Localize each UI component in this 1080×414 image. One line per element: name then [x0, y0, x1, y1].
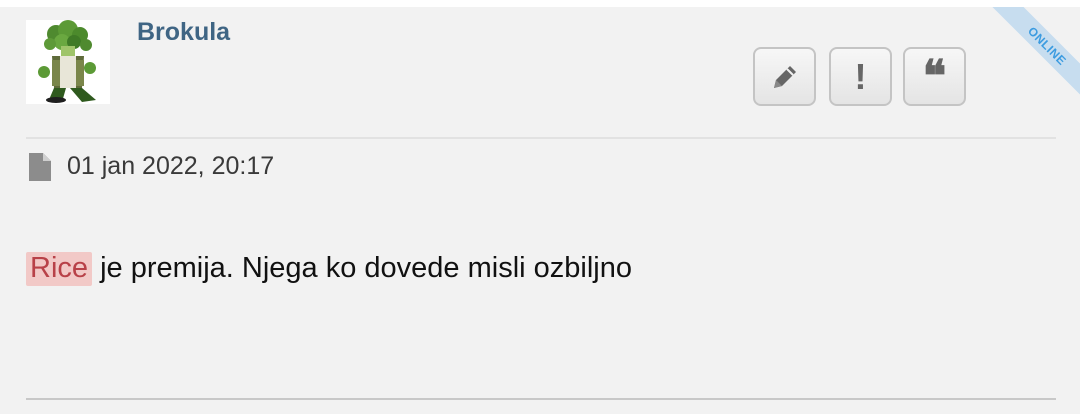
online-status-label: ONLINE [979, 7, 1080, 114]
exclamation-icon: ! [854, 55, 867, 97]
document-icon [29, 153, 51, 181]
header-divider [26, 137, 1056, 139]
top-edge [0, 0, 1080, 7]
edit-button[interactable] [753, 47, 816, 106]
quote-icon: ❝ [922, 50, 947, 102]
quote-button[interactable]: ❝ [903, 47, 966, 106]
broccoli-avatar-image [26, 20, 110, 104]
mention-highlight[interactable]: Rice [26, 252, 93, 286]
online-ribbon: ONLINE [970, 7, 1080, 117]
post-text: je premija. Njega ko dovede misli ozbilj… [92, 252, 632, 284]
post-content: Rice je premija. Njega ko dovede misli o… [26, 252, 632, 286]
post-date: 01 jan 2022, 20:17 [67, 152, 275, 180]
pencil-icon [773, 65, 796, 88]
report-button[interactable]: ! [829, 47, 892, 106]
username-link[interactable]: Brokula [137, 18, 230, 47]
avatar[interactable] [26, 20, 110, 104]
signature-divider [26, 398, 1056, 400]
